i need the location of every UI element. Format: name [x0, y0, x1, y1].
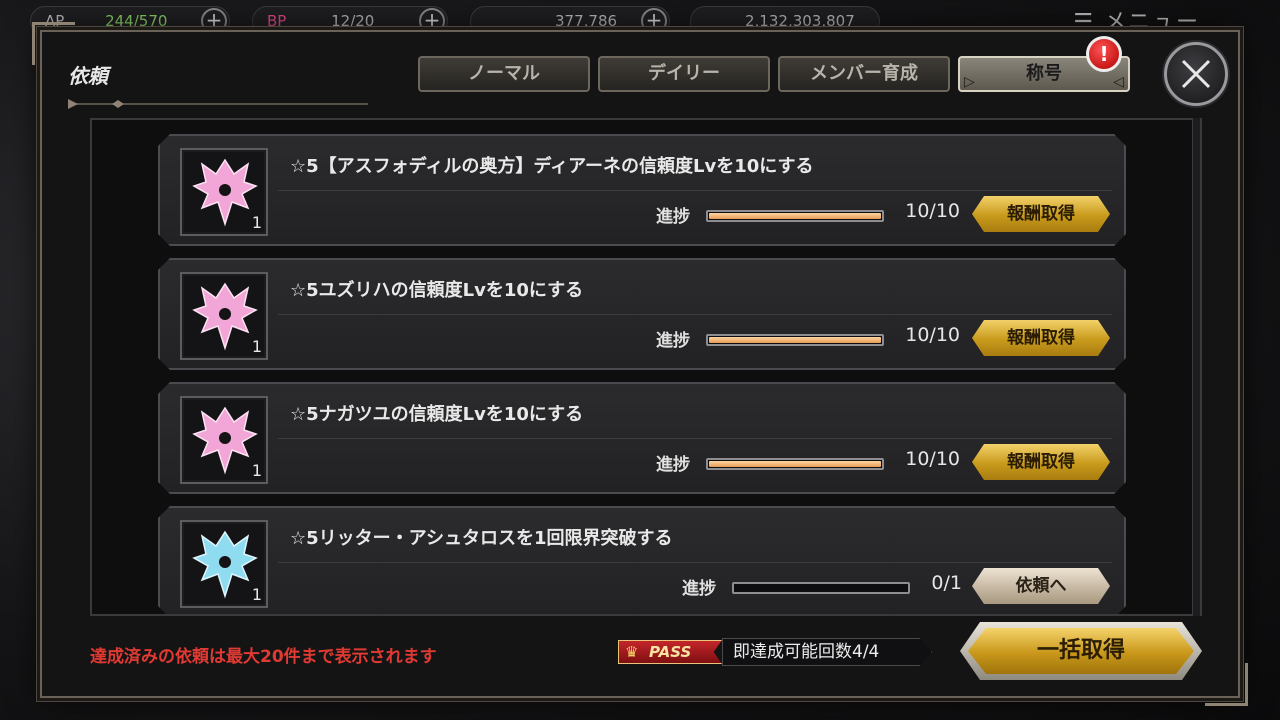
- badge-count: 1: [251, 461, 262, 480]
- progress-bar: [706, 458, 884, 470]
- instant-complete-count: 即達成可能回数4/4: [722, 638, 932, 666]
- close-icon: [1181, 59, 1211, 89]
- tab-member-training[interactable]: メンバー育成: [778, 56, 950, 92]
- crown-icon: ♛: [625, 643, 639, 661]
- progress-fill: [709, 337, 881, 343]
- bp-value: 12/20: [331, 12, 375, 30]
- badge-count: 1: [251, 585, 262, 604]
- quest-title: ☆5リッター・アシュタロスを1回限界突破する: [290, 528, 673, 549]
- quest-card: 1 ☆5ユズリハの信頼度Lvを10にする 進捗 10/10 報酬取得: [158, 258, 1126, 370]
- chevron-right-icon: ▷: [964, 74, 975, 90]
- bp-label: BP: [267, 12, 287, 30]
- progress-value: 10/10: [905, 324, 960, 346]
- progress-fill: [709, 213, 881, 219]
- divider: [278, 438, 1112, 439]
- quest-title: ☆5【アスフォディルの奥方】ディアーネの信頼度Lvを10にする: [290, 156, 814, 177]
- progress-bar: [706, 210, 884, 222]
- close-button[interactable]: [1164, 42, 1228, 106]
- ap-value: 244/570: [105, 12, 168, 30]
- currency1-value: 377,786: [555, 12, 618, 30]
- progress-label: 進捗: [682, 579, 716, 599]
- divider: [278, 314, 1112, 315]
- scrollbar[interactable]: [1192, 118, 1200, 616]
- progress-label: 進捗: [656, 207, 690, 227]
- divider: [278, 562, 1112, 563]
- quest-list[interactable]: 1 ☆5【アスフォディルの奥方】ディアーネの信頼度Lvを10にする 進捗 10/…: [90, 118, 1202, 616]
- title-ornament: [68, 99, 368, 109]
- claim-reward-button[interactable]: 報酬取得: [972, 196, 1110, 232]
- reward-badge: 1: [180, 148, 268, 236]
- currency2-value: 2,132,303,807: [745, 12, 855, 30]
- tab-title-label: 称号: [1026, 63, 1062, 84]
- request-modal: 依頼 ノーマル デイリー メンバー育成 ▷ 称号 ◁ ! 1 ☆5【アスフォディ…: [32, 22, 1248, 706]
- chevron-left-icon: ◁: [1113, 74, 1124, 90]
- progress-bar: [732, 582, 910, 594]
- notice-text: 達成済みの依頼は最大20件まで表示されます: [90, 647, 437, 667]
- progress-value: 0/1: [931, 572, 962, 594]
- pass-label: PASS: [649, 643, 692, 661]
- reward-badge: 1: [180, 520, 268, 608]
- quest-card: 1 ☆5【アスフォディルの奥方】ディアーネの信頼度Lvを10にする 進捗 10/…: [158, 134, 1126, 246]
- crest-icon: [190, 528, 260, 600]
- bulk-claim-button[interactable]: 一括取得: [968, 628, 1194, 674]
- tab-member-training-label: メンバー育成: [810, 63, 918, 84]
- crest-icon: [190, 280, 260, 352]
- progress-value: 10/10: [905, 448, 960, 470]
- badge-count: 1: [251, 337, 262, 356]
- tab-daily[interactable]: デイリー: [598, 56, 770, 92]
- progress-bar: [706, 334, 884, 346]
- tab-daily-label: デイリー: [648, 63, 720, 84]
- quest-card: 1 ☆5ナガツユの信頼度Lvを10にする 進捗 10/10 報酬取得: [158, 382, 1126, 494]
- quest-title: ☆5ナガツユの信頼度Lvを10にする: [290, 404, 584, 425]
- claim-reward-button[interactable]: 報酬取得: [972, 320, 1110, 356]
- badge-count: 1: [251, 213, 262, 232]
- progress-label: 進捗: [656, 331, 690, 351]
- progress-value: 10/10: [905, 200, 960, 222]
- tab-normal-label: ノーマル: [468, 63, 540, 84]
- crest-icon: [190, 404, 260, 476]
- divider: [278, 190, 1112, 191]
- reward-badge: 1: [180, 396, 268, 484]
- modal-title: 依頼: [68, 64, 108, 88]
- progress-label: 進捗: [656, 455, 690, 475]
- quest-title: ☆5ユズリハの信頼度Lvを10にする: [290, 280, 584, 301]
- tab-normal[interactable]: ノーマル: [418, 56, 590, 92]
- progress-fill: [709, 461, 881, 467]
- reward-badge: 1: [180, 272, 268, 360]
- claim-reward-button[interactable]: 報酬取得: [972, 444, 1110, 480]
- crest-icon: [190, 156, 260, 228]
- pass-badge: ♛ PASS: [618, 640, 722, 664]
- quest-card: 1 ☆5リッター・アシュタロスを1回限界突破する 進捗 0/1 依頼へ: [158, 506, 1126, 616]
- alert-icon: !: [1086, 36, 1122, 72]
- go-to-request-button[interactable]: 依頼へ: [972, 568, 1110, 604]
